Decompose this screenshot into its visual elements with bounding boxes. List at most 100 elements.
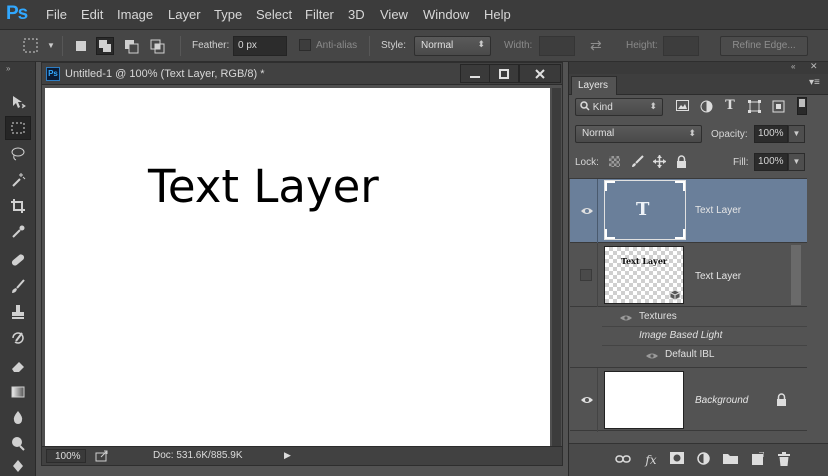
marquee-preset-icon[interactable] [22, 37, 40, 55]
menu-help[interactable]: Help [484, 7, 511, 22]
height-input[interactable] [663, 36, 699, 56]
menu-type[interactable]: Type [214, 7, 242, 22]
opacity-dropdown-icon[interactable]: ▼ [788, 125, 805, 143]
menu-window[interactable]: Window [423, 7, 469, 22]
pixel-filter-icon[interactable] [675, 100, 689, 114]
kind-filter-select[interactable]: Kind ⬍ [575, 98, 663, 116]
eyedropper-tool-icon[interactable] [5, 220, 31, 244]
panel-menu-icon[interactable]: ▾≡ [809, 77, 820, 88]
layer-row[interactable]: Text Layer Text Layer [570, 243, 807, 307]
canvas[interactable]: Text Layer [45, 88, 550, 446]
tools-panel: » [0, 62, 36, 476]
maximize-button[interactable] [489, 64, 519, 83]
new-layer-icon[interactable] [749, 451, 765, 468]
layer-name[interactable]: Text Layer [695, 271, 741, 282]
new-selection-icon[interactable] [72, 37, 90, 55]
healing-brush-icon[interactable] [5, 248, 31, 272]
menu-layer[interactable]: Layer [168, 7, 201, 22]
ibl-row[interactable]: Image Based Light [602, 328, 807, 346]
menu-filter[interactable]: Filter [305, 7, 334, 22]
collapse-panel-icon[interactable]: « [791, 62, 795, 71]
brush-tool-icon[interactable] [5, 274, 31, 298]
marquee-tool-icon[interactable] [5, 116, 31, 140]
dodge-tool-icon[interactable] [5, 432, 31, 456]
width-input[interactable] [539, 36, 575, 56]
type-filter-icon[interactable]: T [723, 99, 737, 113]
anti-alias-checkbox[interactable] [299, 39, 311, 51]
adjustment-filter-icon[interactable] [699, 100, 713, 114]
menu-image[interactable]: Image [117, 7, 153, 22]
new-adjustment-layer-icon[interactable] [695, 452, 711, 468]
close-panel-icon[interactable]: ✕ [810, 61, 818, 72]
smart-object-filter-icon[interactable] [771, 100, 785, 114]
chevron-updown-icon: ⬍ [688, 128, 696, 138]
doc-size-info: Doc: 531.6K/885.9K [153, 450, 243, 461]
move-tool-icon[interactable] [5, 90, 31, 114]
menu-bar: Ps File Edit Image Layer Type Select Fil… [0, 0, 828, 30]
layer-row[interactable]: T Text Layer [570, 179, 807, 243]
layer-name[interactable]: Background [695, 395, 748, 406]
ps-file-icon: Ps [46, 67, 60, 81]
fill-dropdown-icon[interactable]: ▼ [788, 153, 805, 171]
menu-select[interactable]: Select [256, 7, 292, 22]
refine-edge-button[interactable]: Refine Edge... [720, 36, 808, 56]
canvas-text-layer[interactable]: Text Layer [148, 160, 379, 213]
eye-icon[interactable] [620, 313, 632, 325]
opacity-label: Opacity: [711, 129, 748, 140]
lock-all-icon[interactable] [674, 155, 688, 169]
options-bar: ▼ Feather: 0 px Anti-alias Style: Normal… [0, 30, 828, 62]
eye-icon[interactable] [580, 206, 594, 216]
default-ibl-row[interactable]: Default IBL [602, 347, 807, 365]
gradient-tool-icon[interactable] [5, 380, 31, 404]
lock-position-icon[interactable] [652, 155, 666, 169]
pen-tool-icon[interactable] [5, 458, 31, 476]
eraser-tool-icon[interactable] [5, 354, 31, 378]
magic-wand-tool-icon[interactable] [5, 168, 31, 192]
style-select[interactable]: Normal ⬍ [414, 36, 491, 56]
shape-filter-icon[interactable] [747, 100, 761, 114]
textures-row[interactable]: Textures [602, 309, 807, 327]
export-icon[interactable] [95, 450, 109, 465]
layer-row[interactable]: Background [570, 367, 807, 432]
blend-mode-select[interactable]: Normal ⬍ [575, 125, 702, 143]
link-layers-icon[interactable] [615, 452, 631, 468]
filter-toggle-switch[interactable] [797, 97, 807, 115]
status-menu-arrow-icon[interactable]: ▶ [284, 450, 291, 461]
opacity-input[interactable]: 100% [754, 125, 788, 143]
vertical-scrollbar[interactable] [552, 88, 561, 446]
eye-icon[interactable] [646, 351, 658, 363]
close-button[interactable] [519, 64, 561, 83]
layer-name[interactable]: Text Layer [695, 205, 741, 216]
zoom-field[interactable]: 100% [46, 449, 86, 463]
lock-image-pixels-icon[interactable] [630, 155, 644, 169]
menu-edit[interactable]: Edit [81, 7, 103, 22]
menu-file[interactable]: File [46, 7, 67, 22]
new-group-folder-icon[interactable] [722, 452, 738, 468]
layer-style-fx-icon[interactable]: fx [643, 452, 659, 468]
history-brush-icon[interactable] [5, 326, 31, 350]
clone-stamp-icon[interactable] [5, 300, 31, 324]
feather-input[interactable]: 0 px [233, 36, 287, 56]
add-mask-icon[interactable] [669, 452, 685, 468]
menu-3d[interactable]: 3D [348, 7, 365, 22]
menu-view[interactable]: View [380, 7, 408, 22]
subtract-from-selection-icon[interactable] [122, 37, 140, 55]
intersect-selection-icon[interactable] [148, 37, 166, 55]
add-to-selection-icon[interactable] [96, 37, 114, 55]
tab-layers[interactable]: Layers [571, 76, 617, 95]
lock-transparent-pixels-icon[interactable] [609, 156, 620, 167]
minimize-button[interactable] [460, 64, 490, 83]
eye-icon[interactable] [580, 395, 594, 405]
layers-scrollbar-thumb[interactable] [791, 245, 801, 305]
preset-dropdown-icon[interactable]: ▼ [47, 41, 55, 50]
lasso-tool-icon[interactable] [5, 142, 31, 166]
blur-tool-icon[interactable] [5, 406, 31, 430]
fill-input[interactable]: 100% [754, 153, 788, 171]
chevron-updown-icon: ⬍ [649, 101, 657, 111]
crop-tool-icon[interactable] [5, 194, 31, 218]
delete-layer-trash-icon[interactable] [776, 452, 792, 468]
collapse-arrows-icon[interactable]: » [6, 64, 10, 73]
swap-dimensions-icon[interactable]: ⇄ [590, 37, 602, 54]
layers-list: T Text Layer Text Layer Text Layer Textu… [569, 178, 807, 443]
visibility-toggle-off[interactable] [580, 269, 592, 281]
